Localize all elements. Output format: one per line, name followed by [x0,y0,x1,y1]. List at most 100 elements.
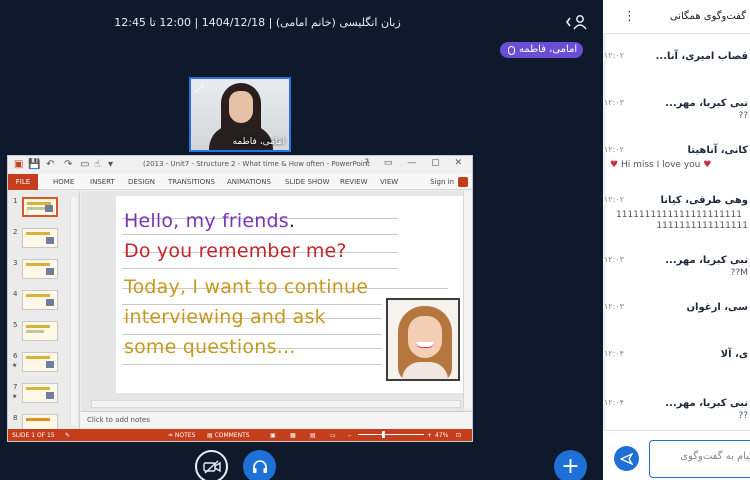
thumbnail-number: 2 [13,228,18,236]
sign-in-link[interactable]: Sign in [430,178,454,186]
slide-horizontal-scrollbar[interactable] [91,400,461,408]
plus-icon: + [561,454,580,479]
message-time: ۱۲:۰۳ [604,302,624,311]
chat-title: گفت‌وگوی همگانی [669,11,746,22]
notes-button[interactable]: ≐ NOTES [168,432,195,439]
slide-thumbnail[interactable] [22,352,58,372]
current-slide[interactable]: Hello, my friends. Do you remember me? T… [116,196,465,393]
top-bar: زبان انگلیسی (خانم امامی) | 1404/12/18 |… [0,0,603,42]
tab-insert[interactable]: INSERT [90,178,115,186]
account-icon[interactable] [458,177,468,187]
tab-transitions[interactable]: TRANSITIONS [168,178,215,186]
message-time: ۱۲:۰۴ [604,398,624,407]
save-icon[interactable]: 💾 [28,159,40,170]
message-sender: نبی کبریا، مهر... [665,398,748,409]
normal-view-icon[interactable]: ▣ [270,432,276,439]
chat-header: ⋮ گفت‌وگوی همگانی [603,0,750,34]
start-from-beginning-icon[interactable]: ▭ [80,159,89,170]
users-toggle-icon[interactable] [566,14,588,30]
message-sender: نبی کبریا، مهر... [665,98,748,109]
camera-off-icon [202,459,221,474]
message-time: ۱۲:۰۳ [604,98,624,107]
tab-design[interactable]: DESIGN [128,178,155,186]
audio-button[interactable] [243,450,276,480]
slide-sorter-icon[interactable]: ▦ [290,432,296,439]
chat-compose-area: پیام به گفت‌وگوی [603,430,750,480]
zoom-level[interactable]: 47% [435,432,448,439]
chat-scrollbar[interactable] [603,34,606,430]
slide-vertical-scrollbar[interactable] [463,191,472,409]
camera-toggle-button[interactable] [195,450,228,480]
tab-review[interactable]: REVIEW [340,178,367,186]
slide-text-line: Today, I want to continue [124,276,369,298]
slide-counter: SLIDE 1 OF 15 [12,432,55,439]
heart-icon: ♥ [610,160,619,170]
slide-text-line: Do you remember me? [124,240,347,262]
message-time: ۱۲:۰۲ [604,51,624,60]
headphones-icon [252,459,267,473]
slide-editing-area: Hello, my friends. Do you remember me? T… [81,191,472,411]
thumbnail-number: 8 [13,414,18,422]
chat-message-input[interactable]: پیام به گفت‌وگوی [649,440,750,478]
zoom-slider[interactable] [358,434,424,435]
chat-options-icon[interactable]: ⋮ [623,9,636,24]
animation-star-icon: ★ [12,362,18,369]
zoom-slider-handle[interactable] [382,431,385,438]
message-body: ?? [738,111,748,121]
expand-icon[interactable]: ⤢ [195,82,204,96]
chat-message: وهی طرقی، کیانا ۱۲:۰۲ 111111111111111111… [604,195,749,231]
notes-pane[interactable]: Click to add notes [81,411,472,429]
slideshow-icon[interactable]: ▭ [330,432,336,439]
fit-slide-icon[interactable]: ⊡ [456,432,461,439]
slide-thumbnail[interactable] [22,383,58,403]
presenter-badge: امامی، فاطمه [500,42,584,58]
slide-thumbnail[interactable] [22,290,58,310]
slide-thumbnail[interactable] [22,321,58,341]
public-chat-panel: ⋮ گفت‌وگوی همگانی قصاب امیری، آنا... ۱۲:… [603,0,750,480]
thumbnail-number: 4 [13,290,18,298]
tab-view[interactable]: VIEW [380,178,398,186]
chat-message: سی، ارغوان ۱۲:۰۳ [604,302,748,313]
tab-slide-show[interactable]: SLIDE SHOW [285,178,330,186]
message-sender: قصاب امیری، آنا... [655,51,748,62]
chat-message: نبی کبریا، مهر... ۱۲:۰۳ ?? [604,98,748,121]
webcam-name-label: امامی، فاطمه [232,137,285,147]
slide-thumbnails: 1 2 3 4 5 6 ★ 7 ★ 8 [8,191,80,429]
undo-icon[interactable]: ↶ [46,159,54,170]
zoom-out-button[interactable]: – [348,432,351,439]
meeting-stage: زبان انگلیسی (خانم امامی) | 1404/12/18 |… [0,0,603,480]
message-sender: کانی، آناهیتا [687,145,748,156]
redo-icon[interactable]: ↷ [64,159,72,170]
thumbnail-number: 5 [13,321,18,329]
message-sender: وهی طرقی، کیانا [660,195,749,206]
message-sender: سی، ارغوان [686,302,748,313]
touch-mode-icon[interactable]: ☝ [94,159,100,170]
meeting-title: زبان انگلیسی (خانم امامی) | 1404/12/18 |… [114,16,401,29]
chat-message: ی، آلا ۱۲:۰۴ [604,349,748,360]
message-sender: ی، آلا [720,349,748,360]
tab-animations[interactable]: ANIMATIONS [227,178,271,186]
heart-icon: ♥ [703,160,712,170]
chat-message: نبی کبریا، مهر... ۱۲:۰۴ ?? [604,398,748,421]
slide-thumbnail[interactable] [22,414,58,429]
thumbnail-scrollbar[interactable] [70,197,77,425]
message-body: 1111111111111111 [656,221,748,231]
message-time: ۱۲:۰۳ [604,255,624,264]
tab-home[interactable]: HOME [53,178,74,186]
send-icon [620,452,633,465]
zoom-in-button[interactable]: + [427,432,432,439]
ppt-titlebar: ▣ 💾 ↶ ↷ ▭ ☝ ▾ (2013 - Unit7 - Structure … [8,156,472,174]
spellcheck-icon[interactable]: ✎ [65,432,70,439]
customize-quick-access-icon[interactable]: ▾ [108,159,113,170]
tab-file[interactable]: FILE [8,174,38,190]
webcam-video[interactable]: ⤢ امامی، فاطمه [189,77,291,152]
window-controls[interactable]: ? ▭ — ▢ ✕ [364,158,468,168]
slide-thumbnail[interactable] [22,228,58,248]
reading-view-icon[interactable]: ▤ [310,432,316,439]
send-button[interactable] [614,446,639,471]
actions-add-button[interactable]: + [554,450,587,480]
slide-thumbnail[interactable] [22,197,58,217]
comments-button[interactable]: ▤ COMMENTS [207,432,250,439]
slide-text-line: Hello, my friends. [124,210,296,232]
slide-thumbnail[interactable] [22,259,58,279]
